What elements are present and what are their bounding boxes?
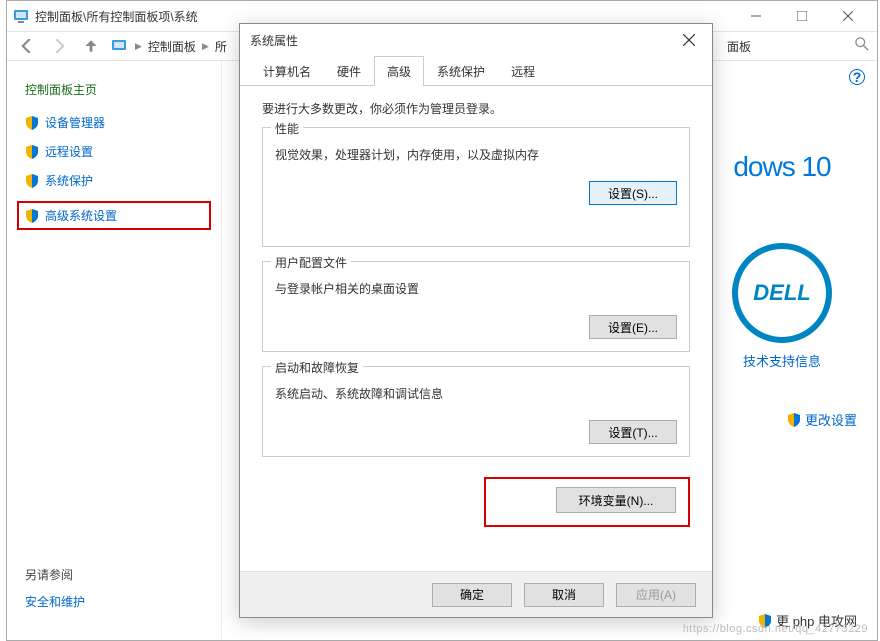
- ok-button[interactable]: 确定: [432, 583, 512, 607]
- group-desc: 系统启动、系统故障和调试信息: [275, 385, 677, 402]
- windows-logo: dows 10: [707, 151, 857, 183]
- env-highlight: 环境变量(N)...: [484, 477, 690, 527]
- crumb-control-panel[interactable]: 控制面板: [148, 38, 196, 55]
- shield-icon: [25, 174, 39, 188]
- dialog-body: 要进行大多数更改，你必须作为管理员登录。 性能 视觉效果，处理器计划，内存使用，…: [240, 86, 712, 571]
- shield-icon: [25, 145, 39, 159]
- apply-button[interactable]: 应用(A): [616, 583, 696, 607]
- search-icon[interactable]: [855, 37, 869, 56]
- window-title-text: 控制面板\所有控制面板项\系统: [35, 8, 198, 25]
- maximize-button[interactable]: [779, 1, 825, 31]
- profiles-settings-button[interactable]: 设置(E)...: [589, 315, 677, 339]
- cancel-button[interactable]: 取消: [524, 583, 604, 607]
- shield-icon: [25, 116, 39, 130]
- group-title: 启动和故障恢复: [271, 359, 363, 376]
- dialog-tabs: 计算机名 硬件 高级 系统保护 远程: [240, 56, 712, 86]
- see-also-link[interactable]: 安全和维护: [25, 593, 85, 610]
- tab-hardware[interactable]: 硬件: [324, 56, 374, 86]
- group-title: 用户配置文件: [271, 254, 351, 271]
- sidebar-item-label: 系统保护: [45, 172, 93, 189]
- tab-remote[interactable]: 远程: [498, 56, 548, 86]
- sidebar-item-remote[interactable]: 远程设置: [25, 143, 203, 160]
- performance-settings-button[interactable]: 设置(S)...: [589, 181, 677, 205]
- recovery-settings-button[interactable]: 设置(T)...: [589, 420, 677, 444]
- group-title: 性能: [271, 120, 303, 137]
- sidebar-item-protection[interactable]: 系统保护: [25, 172, 203, 189]
- see-also: 另请参阅 安全和维护: [25, 566, 85, 610]
- dialog-intro: 要进行大多数更改，你必须作为管理员登录。: [262, 100, 690, 117]
- minimize-button[interactable]: [733, 1, 779, 31]
- group-recovery: 启动和故障恢复 系统启动、系统故障和调试信息 设置(T)...: [262, 366, 690, 457]
- bottom-change-link[interactable]: 更 php 电攻网: [758, 611, 857, 630]
- bottom-change-text: 更 php 电攻网: [776, 611, 857, 630]
- system-properties-dialog: 系统属性 计算机名 硬件 高级 系统保护 远程 要进行大多数更改，你必须作为管理…: [239, 23, 713, 618]
- crumb-all-items[interactable]: 所: [215, 38, 227, 55]
- chevron-right-icon: ▶: [135, 41, 142, 52]
- change-settings-link[interactable]: 更改设置: [707, 410, 857, 429]
- group-performance: 性能 视觉效果，处理器计划，内存使用，以及虚拟内存 设置(S)...: [262, 127, 690, 247]
- up-button[interactable]: [79, 34, 103, 58]
- dialog-title: 系统属性: [250, 32, 298, 49]
- sidebar-item-label: 高级系统设置: [45, 207, 117, 224]
- change-settings-text: 更改设置: [805, 410, 857, 429]
- group-desc: 与登录帐户相关的桌面设置: [275, 280, 677, 297]
- sidebar-item-label: 设备管理器: [45, 114, 105, 131]
- sidebar-title: 控制面板主页: [25, 81, 203, 98]
- computer-icon: [111, 38, 127, 54]
- address-tail: 面板: [727, 38, 847, 55]
- env-variables-button[interactable]: 环境变量(N)...: [556, 487, 676, 513]
- dialog-close-button[interactable]: [676, 27, 702, 53]
- tab-computer-name[interactable]: 计算机名: [250, 56, 324, 86]
- back-button[interactable]: [15, 34, 39, 58]
- sidebar-item-advanced[interactable]: 高级系统设置: [17, 201, 211, 230]
- see-also-title: 另请参阅: [25, 566, 85, 583]
- group-profiles: 用户配置文件 与登录帐户相关的桌面设置 设置(E)...: [262, 261, 690, 352]
- env-row: 环境变量(N)...: [262, 471, 690, 527]
- shield-icon: [758, 614, 772, 628]
- dialog-title-bar: 系统属性: [240, 24, 712, 56]
- sidebar-item-device-manager[interactable]: 设备管理器: [25, 114, 203, 131]
- dell-logo: DELL: [732, 243, 832, 343]
- chevron-right-icon: ▶: [202, 41, 209, 52]
- group-desc: 视觉效果，处理器计划，内存使用，以及虚拟内存: [275, 146, 677, 163]
- sidebar: 控制面板主页 设备管理器 远程设置 系统保护 高级系统设置 另请参阅 安全和维护: [7, 61, 222, 640]
- shield-icon: [25, 209, 39, 223]
- forward-button[interactable]: [47, 34, 71, 58]
- close-button[interactable]: [825, 1, 871, 31]
- tab-protection[interactable]: 系统保护: [424, 56, 498, 86]
- dialog-footer: 确定 取消 应用(A): [240, 571, 712, 617]
- tab-advanced[interactable]: 高级: [374, 56, 424, 86]
- system-icon: [13, 8, 29, 24]
- shield-icon: [787, 413, 801, 427]
- sidebar-item-label: 远程设置: [45, 143, 93, 160]
- support-link[interactable]: 技术支持信息: [707, 351, 857, 370]
- right-panel: dows 10 DELL 技术支持信息 更改设置: [707, 61, 857, 429]
